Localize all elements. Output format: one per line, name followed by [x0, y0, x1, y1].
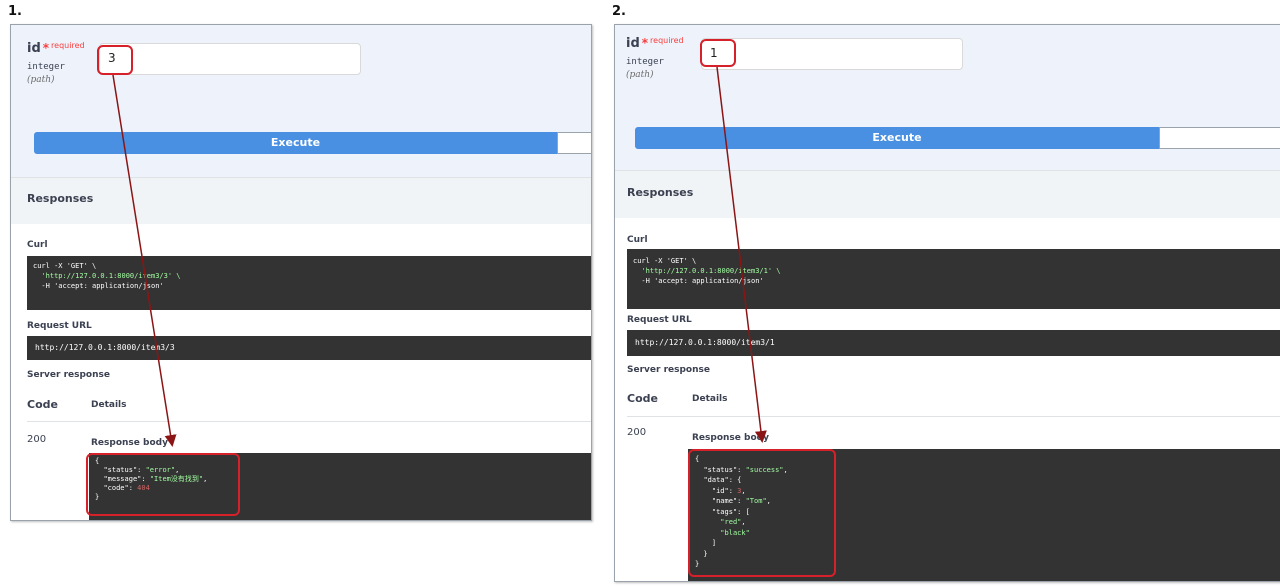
panel-2-number: 2.	[612, 4, 626, 19]
param-type: integer	[27, 62, 65, 72]
id-input[interactable]: 1	[701, 38, 963, 70]
code-header: Code	[27, 398, 58, 411]
curl-code: curl -X 'GET' \ 'http://127.0.0.1:8000/i…	[27, 256, 591, 310]
param-type: integer	[626, 57, 664, 67]
server-response-label: Server response	[627, 365, 710, 375]
request-url-label: Request URL	[27, 321, 92, 331]
curl-label: Curl	[627, 235, 648, 245]
input-highlight-2	[700, 39, 736, 67]
details-header: Details	[91, 400, 127, 410]
response-highlight-2	[688, 449, 836, 577]
param-location: (path)	[27, 75, 55, 85]
clear-button[interactable]	[557, 132, 591, 154]
details-header: Details	[692, 394, 728, 404]
responses-header: Responses	[11, 177, 591, 224]
request-url: http://127.0.0.1:8000/item3/1	[627, 330, 1280, 356]
curl-code: curl -X 'GET' \ 'http://127.0.0.1:8000/i…	[627, 249, 1280, 309]
panel-1-number: 1.	[8, 4, 22, 19]
table-divider	[27, 421, 591, 422]
curl-label: Curl	[27, 240, 48, 250]
request-url-label: Request URL	[627, 315, 692, 325]
response-body-label: Response body	[91, 438, 168, 448]
responses-title: Responses	[627, 186, 694, 199]
param-name: id * required	[27, 41, 85, 56]
table-divider	[627, 416, 1280, 417]
id-input[interactable]: 3	[99, 43, 361, 75]
request-url: http://127.0.0.1:8000/item3/3	[27, 336, 591, 360]
execute-button[interactable]: Execute	[34, 132, 557, 154]
swagger-screenshot-1: id * required integer (path) 3 Execute Res…	[10, 24, 592, 521]
code-header: Code	[627, 392, 658, 405]
responses-header: Responses	[615, 170, 1280, 218]
status-code: 200	[627, 427, 647, 438]
responses-title: Responses	[27, 192, 94, 205]
response-highlight-1	[86, 453, 240, 516]
clear-button[interactable]	[1159, 127, 1280, 149]
param-location: (path)	[626, 70, 654, 80]
input-highlight-1	[97, 45, 133, 75]
server-response-label: Server response	[27, 370, 110, 380]
response-body-label: Response body	[692, 433, 769, 443]
execute-button[interactable]: Execute	[635, 127, 1159, 149]
param-name: id * required	[626, 36, 684, 51]
status-code: 200	[27, 434, 47, 445]
